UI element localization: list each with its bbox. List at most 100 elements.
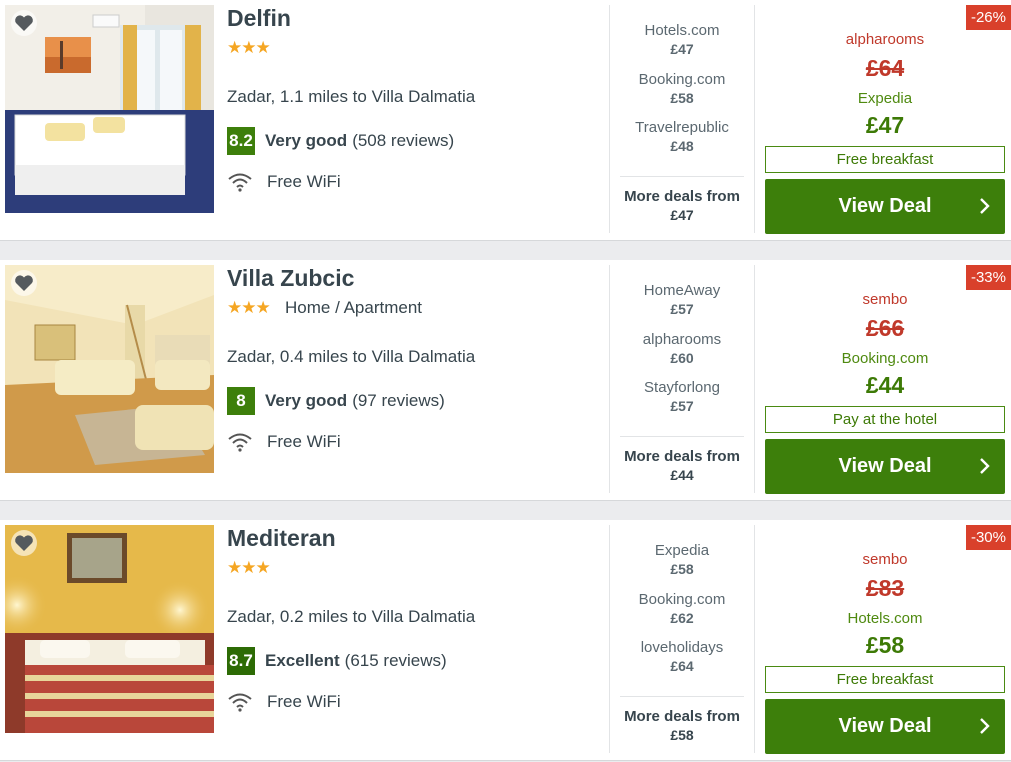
hotel-card: Mediteran ★★★ Zadar, 0.2 miles to Villa …	[0, 520, 1011, 761]
old-price: £83	[865, 575, 905, 601]
hotel-location: Zadar, 1.1 miles to Villa Dalmatia	[227, 87, 476, 106]
chevron-right-icon	[980, 198, 990, 214]
more-deals-label: More deals from	[624, 448, 740, 465]
chevron-right-icon	[980, 718, 990, 734]
other-deal-item[interactable]: loveholidays £64	[610, 639, 754, 675]
hotel-photo[interactable]	[5, 265, 214, 473]
star-rating: ★★★	[227, 298, 271, 317]
provider-price: £57	[670, 398, 694, 414]
deal-provider-name: Hotels.com	[847, 610, 923, 627]
heart-icon[interactable]	[10, 9, 38, 37]
provider-name: Expedia	[654, 542, 710, 559]
other-deal-item[interactable]: alpharooms £60	[610, 331, 754, 367]
hotel-name[interactable]: Mediteran	[227, 525, 336, 552]
provider-name: Hotels.com	[644, 22, 720, 39]
discount-badge: -26%	[965, 5, 1011, 30]
rating-label: Very good	[265, 131, 348, 150]
other-deal-item[interactable]: Travelrepublic £48	[610, 119, 754, 155]
divider	[620, 176, 744, 177]
view-deal-label: View Deal	[838, 455, 932, 477]
hotel-location: Zadar, 0.4 miles to Villa Dalmatia	[227, 347, 476, 366]
top-deal: -30% sembo £83 Hotels.com £58 Free break…	[765, 520, 1011, 760]
star-rating: ★★★	[227, 558, 271, 577]
hotel-card: Villa Zubcic ★★★ Home / Apartment Zadar,…	[0, 260, 1011, 501]
discount-badge: -33%	[965, 265, 1011, 290]
more-deals-label: More deals from	[624, 708, 740, 725]
other-deal-item[interactable]: HomeAway £57	[610, 282, 754, 318]
other-deal-item[interactable]: Expedia £58	[610, 542, 754, 578]
hotel-name[interactable]: Villa Zubcic	[227, 265, 354, 292]
provider-name: loveholidays	[640, 639, 724, 656]
provider-price: £62	[670, 610, 694, 626]
deal-price: £47	[865, 112, 905, 138]
provider-name: Booking.com	[638, 71, 726, 88]
deal-perk-badge: Free breakfast	[765, 146, 1005, 173]
amenity-wifi: Free WiFi	[227, 432, 341, 452]
provider-price: £47	[670, 41, 694, 57]
provider-price: £48	[670, 138, 694, 154]
hotel-photo[interactable]	[5, 5, 214, 213]
view-deal-button[interactable]: View Deal	[765, 699, 1005, 754]
top-deal: -33% sembo £66 Booking.com £44 Pay at th…	[765, 260, 1011, 500]
review-score-badge: 8.7	[227, 647, 255, 675]
other-deals: Expedia £58 Booking.com £62 loveholidays…	[610, 520, 754, 760]
top-deal: -26% alpharooms £64 Expedia £47 Free bre…	[765, 0, 1011, 240]
view-deal-button[interactable]: View Deal	[765, 439, 1005, 494]
review-score-badge: 8	[227, 387, 255, 415]
provider-price: £58	[670, 561, 694, 577]
old-provider-name: alpharooms	[845, 31, 925, 48]
view-deal-label: View Deal	[838, 195, 932, 217]
wifi-icon	[228, 433, 252, 452]
review-count: (508 reviews)	[352, 131, 455, 150]
amenity-wifi: Free WiFi	[227, 172, 341, 192]
review-rating: 8.7 Excellent (615 reviews)	[227, 647, 447, 675]
more-deals-price: £47	[670, 207, 694, 223]
hotel-info: Villa Zubcic ★★★ Home / Apartment Zadar,…	[227, 260, 597, 500]
review-count: (97 reviews)	[352, 391, 445, 410]
more-deals-link[interactable]: More deals from £58	[610, 708, 754, 744]
review-count: (615 reviews)	[344, 651, 447, 670]
deal-provider-name: Booking.com	[841, 350, 929, 367]
provider-price: £57	[670, 301, 694, 317]
heart-icon[interactable]	[10, 529, 38, 557]
more-deals-label: More deals from	[624, 188, 740, 205]
rating-label: Excellent	[265, 651, 340, 670]
provider-price: £60	[670, 350, 694, 366]
old-price: £66	[865, 315, 905, 341]
other-deals: Hotels.com £47 Booking.com £58 Travelrep…	[610, 0, 754, 240]
property-type: Home / Apartment	[285, 298, 423, 317]
rating-label: Very good	[265, 391, 348, 410]
provider-name: Stayforlong	[644, 379, 720, 396]
review-score-badge: 8.2	[227, 127, 255, 155]
more-deals-link[interactable]: More deals from £44	[610, 448, 754, 484]
wifi-icon	[228, 173, 252, 192]
review-rating: 8.2 Very good (508 reviews)	[227, 127, 454, 155]
old-price: £64	[865, 55, 905, 81]
deal-price: £58	[865, 632, 905, 658]
more-deals-link[interactable]: More deals from £47	[610, 188, 754, 224]
chevron-right-icon	[980, 458, 990, 474]
more-deals-price: £58	[670, 727, 694, 743]
other-deals: HomeAway £57 alpharooms £60 Stayforlong …	[610, 260, 754, 500]
provider-price: £58	[670, 90, 694, 106]
deal-provider-name: Expedia	[857, 90, 913, 107]
provider-name: HomeAway	[643, 282, 721, 299]
other-deal-item[interactable]: Booking.com £58	[610, 71, 754, 107]
other-deal-item[interactable]: Booking.com £62	[610, 591, 754, 627]
divider	[754, 265, 755, 493]
view-deal-button[interactable]: View Deal	[765, 179, 1005, 234]
deal-perk-badge: Free breakfast	[765, 666, 1005, 693]
hotel-info: Delfin ★★★ Zadar, 1.1 miles to Villa Dal…	[227, 0, 597, 240]
review-rating: 8 Very good (97 reviews)	[227, 387, 445, 415]
amenity-label: Free WiFi	[267, 692, 341, 711]
old-provider-name: sembo	[862, 291, 908, 308]
star-rating: ★★★	[227, 38, 271, 57]
hotel-photo[interactable]	[5, 525, 214, 733]
hotel-location: Zadar, 0.2 miles to Villa Dalmatia	[227, 607, 476, 626]
divider	[620, 436, 744, 437]
provider-name: Travelrepublic	[635, 119, 729, 136]
hotel-name[interactable]: Delfin	[227, 5, 291, 32]
other-deal-item[interactable]: Stayforlong £57	[610, 379, 754, 415]
heart-icon[interactable]	[10, 269, 38, 297]
other-deal-item[interactable]: Hotels.com £47	[610, 22, 754, 58]
